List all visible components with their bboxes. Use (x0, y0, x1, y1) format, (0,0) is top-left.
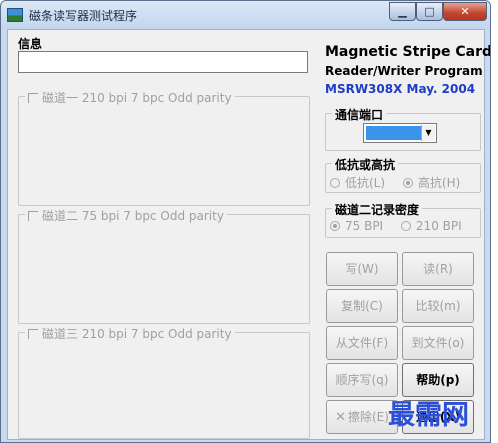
radio-75-bpi[interactable]: 75 BPI (330, 219, 383, 233)
app-window: 磁条读写器测试程序 ▁ □ ✕ 信息 磁道一 210 bpi 7 bpc Odd… (0, 0, 491, 443)
watermark-text: 最需网 (388, 400, 469, 431)
radio-low-coercivity[interactable]: 低抗(L) (330, 174, 385, 191)
maximize-button[interactable]: □ (416, 2, 443, 21)
port-dropdown[interactable]: ▼ (363, 123, 437, 143)
radio-low-label: 低抗(L) (345, 176, 386, 190)
radio-icon (400, 221, 411, 231)
checkbox-icon (28, 329, 38, 339)
radio-75-label: 75 BPI (345, 219, 384, 233)
close-icon: ✕ (335, 410, 346, 425)
radio-icon (330, 178, 340, 188)
radio-selected-icon (402, 178, 413, 188)
track2-density-group: 磁道二记录密度 75 BPI 210 BPI (325, 201, 481, 238)
program-title: Magnetic Stripe Card Reader/Writer Progr… (325, 42, 491, 98)
radio-210-bpi[interactable]: 210 BPI (400, 219, 462, 233)
radio-selected-icon (330, 221, 340, 231)
track2-checkbox[interactable]: 磁道二 75 bpi 7 bpc Odd parity (25, 207, 227, 224)
port-selected-value (366, 126, 421, 140)
checkbox-icon (28, 211, 38, 221)
info-label: 信息 (18, 37, 43, 51)
write-button[interactable]: 写(W) (326, 252, 398, 286)
coercivity-label: 低抗或高抗 (332, 156, 399, 173)
radio-210-label: 210 BPI (415, 219, 462, 233)
app-icon (7, 8, 23, 22)
track1-checkbox[interactable]: 磁道一 210 bpi 7 bpc Odd parity (25, 89, 235, 106)
chevron-down-icon[interactable]: ▼ (421, 125, 435, 141)
program-title-line2: Reader/Writer Program (325, 64, 483, 78)
title-bar[interactable]: 磁条读写器测试程序 ▁ □ ✕ (1, 1, 490, 29)
track2-density-label: 磁道二记录密度 (332, 201, 423, 218)
port-group: 通信端口 ▼ (325, 106, 481, 151)
track2-group: 磁道二 75 bpi 7 bpc Odd parity (18, 207, 310, 324)
track3-checkbox[interactable]: 磁道三 210 bpi 7 bpc Odd parity (25, 325, 235, 342)
client-area: 信息 磁道一 210 bpi 7 bpc Odd parity 磁道二 75 b… (7, 29, 491, 440)
info-input[interactable] (18, 51, 308, 73)
program-title-line3: MSRW308X May. 2004 (325, 82, 476, 96)
track3-label: 磁道三 210 bpi 7 bpc Odd parity (42, 327, 232, 341)
program-title-line1: Magnetic Stripe Card (325, 44, 491, 60)
radio-high-label: 高抗(H) (417, 176, 461, 190)
port-label: 通信端口 (332, 106, 387, 123)
track3-group: 磁道三 210 bpi 7 bpc Odd parity (18, 325, 310, 439)
copy-button[interactable]: 复制(C) (326, 289, 398, 323)
checkbox-icon (28, 93, 38, 103)
erase-button-label: 擦除(E) (347, 410, 389, 424)
coercivity-options: 低抗(L) 高抗(H) (330, 174, 478, 191)
track2-label: 磁道二 75 bpi 7 bpc Odd parity (42, 209, 224, 223)
density-options: 75 BPI 210 BPI (330, 219, 478, 233)
read-button[interactable]: 读(R) (402, 252, 474, 286)
minimize-button[interactable]: ▁ (389, 2, 416, 21)
window-title: 磁条读写器测试程序 (29, 9, 138, 23)
from-file-button[interactable]: 从文件(F) (326, 326, 398, 360)
close-button[interactable]: ✕ (443, 2, 487, 21)
to-file-button[interactable]: 到文件(o) (402, 326, 474, 360)
radio-high-coercivity[interactable]: 高抗(H) (402, 174, 461, 191)
compare-button[interactable]: 比较(m) (402, 289, 474, 323)
track1-label: 磁道一 210 bpi 7 bpc Odd parity (42, 91, 232, 105)
coercivity-group: 低抗或高抗 低抗(L) 高抗(H) (325, 156, 481, 193)
sequential-write-button[interactable]: 顺序写(q) (326, 363, 398, 397)
help-button[interactable]: 帮助(p) (402, 363, 474, 397)
track1-group: 磁道一 210 bpi 7 bpc Odd parity (18, 89, 310, 206)
